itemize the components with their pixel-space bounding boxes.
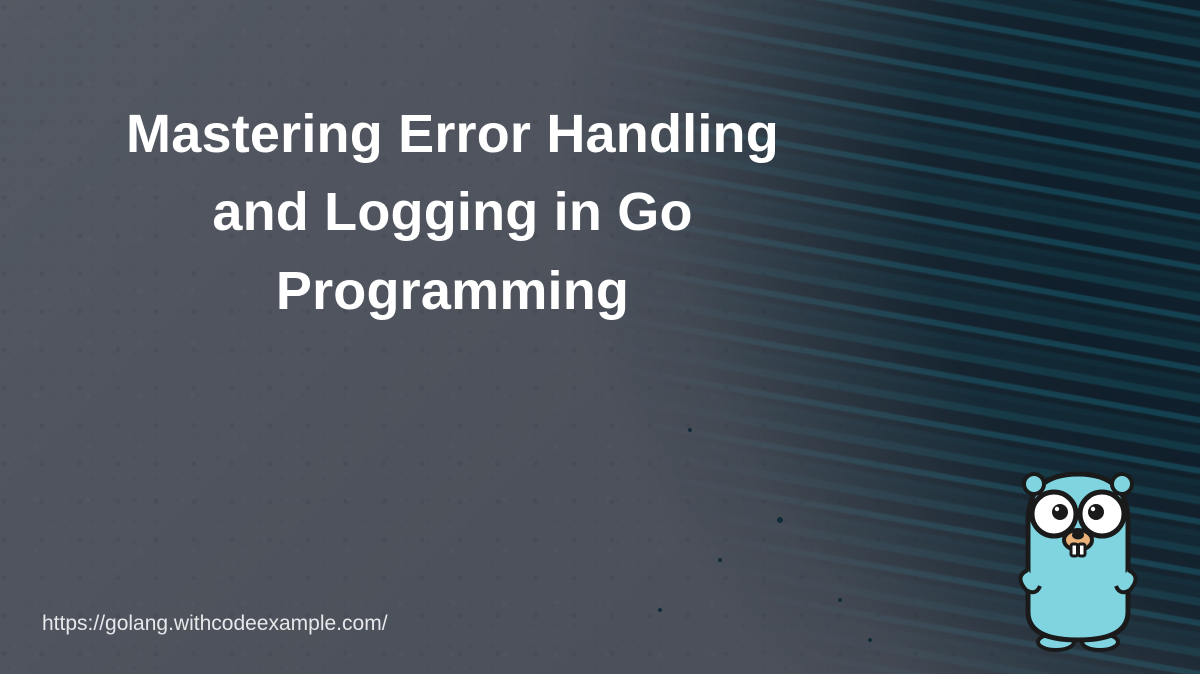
source-url-text: https://golang.withcodeexample.com/ — [42, 612, 388, 636]
hero-banner: Mastering Error Handling and Logging in … — [0, 0, 1200, 674]
go-gopher-icon — [998, 462, 1158, 652]
hero-title: Mastering Error Handling and Logging in … — [0, 95, 820, 330]
